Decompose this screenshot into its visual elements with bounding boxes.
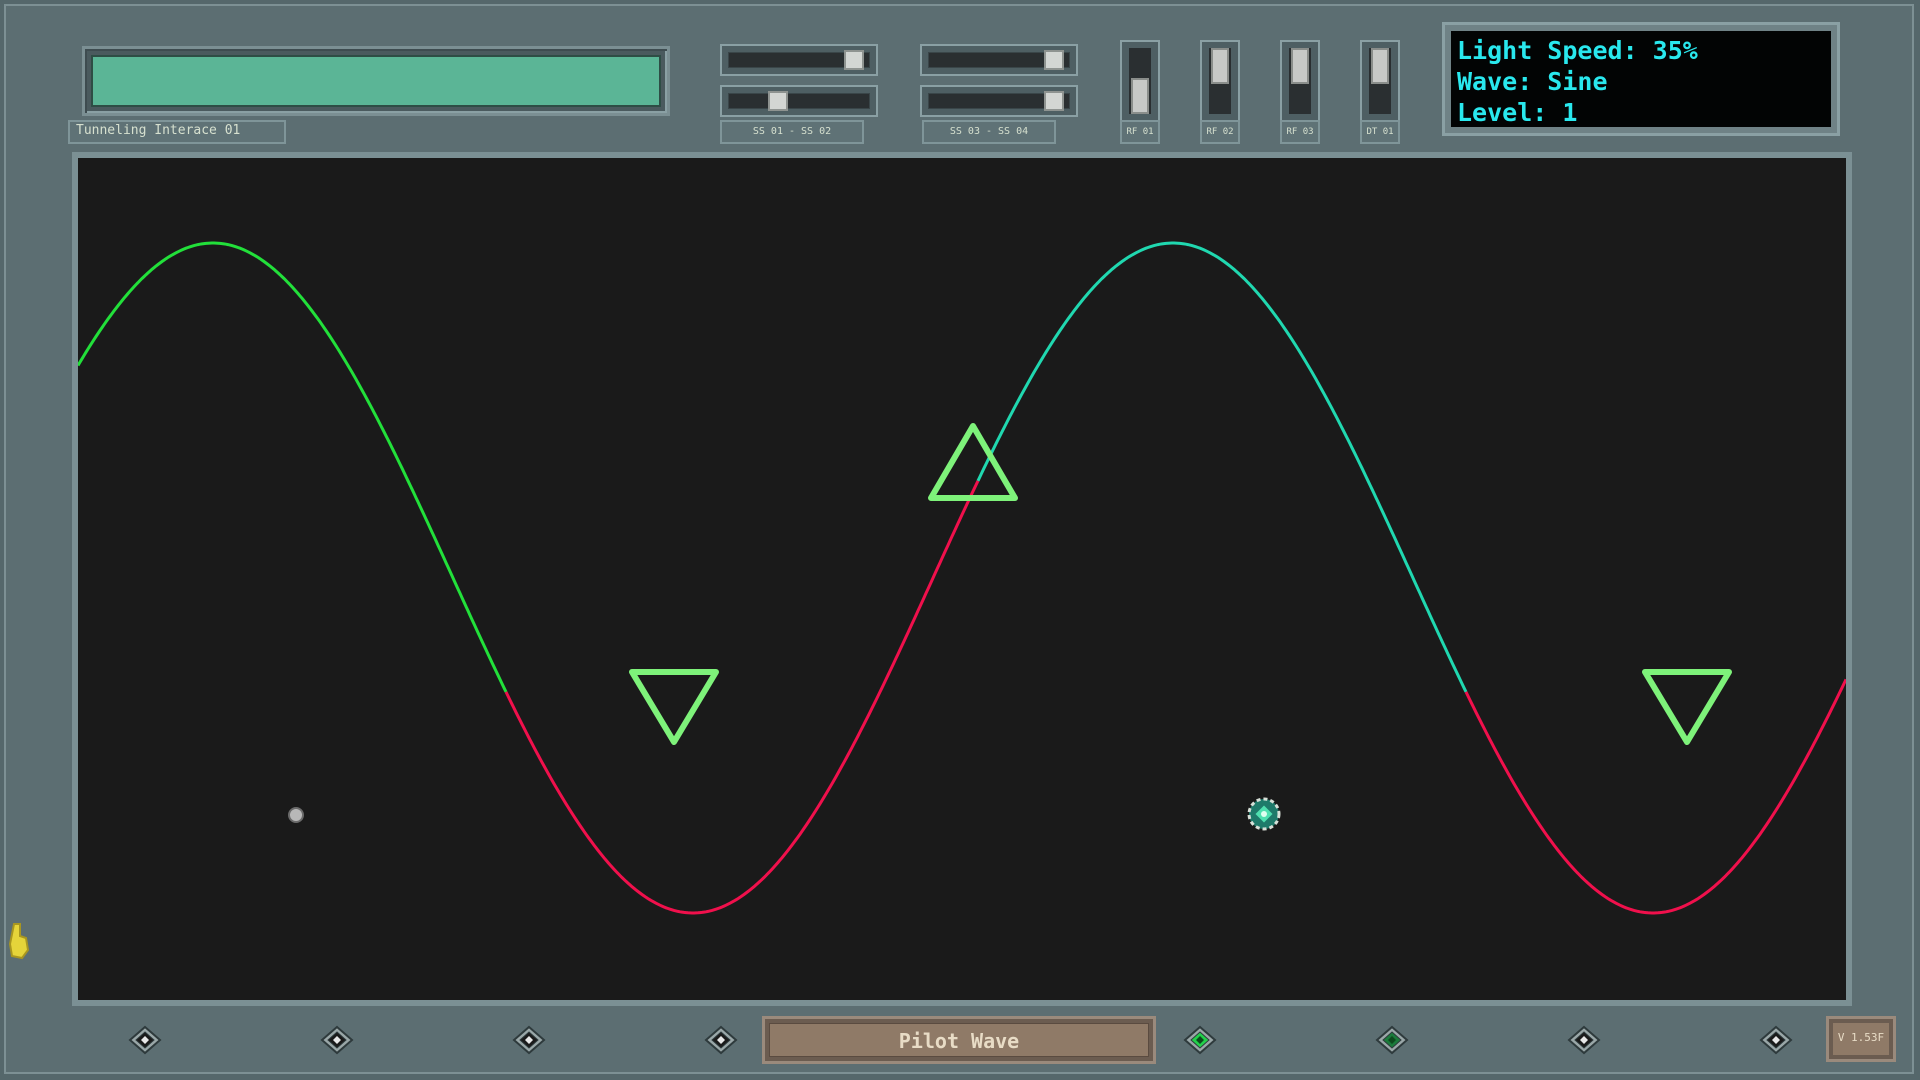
vslider-label-rf-01: RF 01 [1120, 120, 1160, 144]
pilot-wave-button[interactable]: Pilot Wave [762, 1016, 1156, 1064]
wave-canvas [76, 241, 1848, 915]
vslider-knob[interactable] [1291, 48, 1309, 84]
node-indicator-icon[interactable] [1183, 1025, 1217, 1055]
pilot-wave-label: Pilot Wave [769, 1023, 1149, 1057]
wave-readout: Wave: Sine [1457, 67, 1608, 96]
slider-knob[interactable] [1044, 91, 1064, 111]
triangle-up [928, 423, 1018, 501]
slider-knob[interactable] [844, 50, 864, 70]
node-indicator-icon[interactable] [704, 1025, 738, 1055]
node-indicator-icon[interactable] [1759, 1025, 1793, 1055]
ghost-particle [288, 807, 304, 823]
vslider-rf-03[interactable] [1280, 40, 1320, 122]
progress-fill [91, 55, 661, 107]
vslider-label-rf-03: RF 03 [1280, 120, 1320, 144]
triangle-down-2 [1642, 669, 1732, 745]
version-badge: V 1.53F [1826, 1016, 1896, 1062]
node-indicator-icon[interactable] [320, 1025, 354, 1055]
slider-ss-01[interactable] [720, 44, 878, 76]
vslider-label-rf-02: RF 02 [1200, 120, 1240, 144]
light-speed-readout: Light Speed: 35% [1457, 36, 1698, 65]
interface-label: Tunneling Interace 01 [68, 120, 286, 144]
slider-knob[interactable] [1044, 50, 1064, 70]
vslider-knob[interactable] [1131, 78, 1149, 114]
hand-cursor-icon [8, 923, 30, 960]
slider-group-2-label: SS 03 - SS 04 [922, 120, 1056, 144]
node-indicator-icon[interactable] [1375, 1025, 1409, 1055]
triangle-down-1 [629, 669, 719, 745]
playfield-frame [72, 152, 1852, 1006]
status-screen: Light Speed: 35% Wave: Sine Level: 1 [1451, 31, 1831, 127]
tunneling-progress-bar [82, 46, 670, 116]
vslider-rf-01[interactable] [1120, 40, 1160, 122]
pilot-particle-icon [1247, 797, 1281, 831]
vslider-dt-01[interactable] [1360, 40, 1400, 122]
node-indicator-icon[interactable] [128, 1025, 162, 1055]
wave-upper-segment-2 [1464, 678, 1848, 915]
slider-ss-04[interactable] [920, 85, 1078, 117]
vslider-knob[interactable] [1371, 48, 1389, 84]
node-indicator-icon[interactable] [1567, 1025, 1601, 1055]
slider-ss-03[interactable] [920, 44, 1078, 76]
slider-group-1-label: SS 01 - SS 02 [720, 120, 864, 144]
playfield[interactable] [76, 158, 1848, 1000]
version-label: V 1.53F [1833, 1023, 1889, 1055]
vslider-rf-02[interactable] [1200, 40, 1240, 122]
vslider-label-dt-01: DT 01 [1360, 120, 1400, 144]
slider-ss-02[interactable] [720, 85, 878, 117]
wave-lower-left-segment [76, 241, 508, 693]
vslider-knob[interactable] [1211, 48, 1229, 84]
slider-knob[interactable] [768, 91, 788, 111]
node-indicator-icon[interactable] [512, 1025, 546, 1055]
wave-lower-right-segment [976, 241, 1468, 693]
status-display: Light Speed: 35% Wave: Sine Level: 1 [1442, 22, 1840, 136]
wave-upper-segment [504, 480, 980, 915]
level-readout: Level: 1 [1457, 98, 1578, 127]
